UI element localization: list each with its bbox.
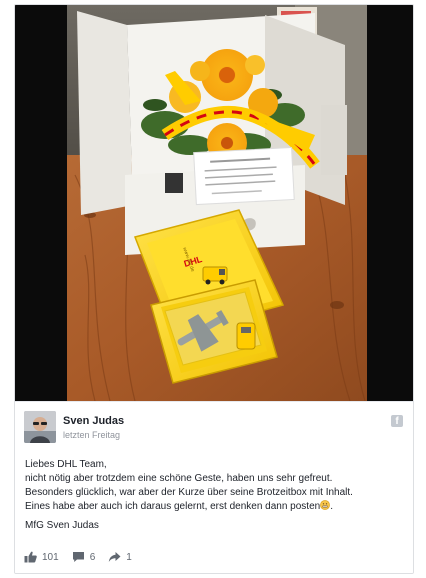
facebook-logo-icon[interactable]: f bbox=[391, 415, 403, 427]
comments-stat[interactable]: 6 bbox=[72, 551, 96, 563]
facebook-post-card: DHL www.dhl.de Sven Judas letzten Freita… bbox=[14, 4, 414, 574]
post-text: Liebes DHL Team, nicht nötig aber trotzd… bbox=[25, 458, 405, 533]
comments-count: 6 bbox=[89, 551, 96, 563]
shares-stat[interactable]: 1 bbox=[108, 551, 132, 563]
post-text-line-with-emoji: Eines habe aber auch ich daraus gelernt,… bbox=[25, 500, 405, 514]
speech-bubble-icon bbox=[72, 551, 85, 563]
likes-stat[interactable]: 101 bbox=[24, 551, 59, 563]
post-body: Sven Judas letzten Freitag f Liebes DHL … bbox=[15, 401, 413, 573]
post-photo[interactable]: DHL www.dhl.de bbox=[15, 5, 413, 401]
post-timestamp[interactable]: letzten Freitag bbox=[63, 430, 120, 441]
shares-count: 1 bbox=[126, 551, 132, 563]
photo-illustration: DHL www.dhl.de bbox=[15, 5, 413, 401]
grimacing-face-icon bbox=[320, 500, 331, 510]
post-text-line: nicht nötig aber trotzdem eine schöne Ge… bbox=[25, 473, 333, 484]
author-avatar[interactable] bbox=[24, 411, 56, 443]
post-text-line: Liebes DHL Team, bbox=[25, 459, 107, 470]
likes-count: 101 bbox=[42, 551, 59, 563]
post-text-line: Besonders glücklich, war aber der Kurze … bbox=[25, 487, 353, 498]
post-text-segment: Eines habe aber auch ich daraus gelernt,… bbox=[25, 501, 321, 512]
avatar-photo-icon bbox=[24, 411, 56, 443]
share-arrow-icon bbox=[108, 551, 121, 563]
author-name[interactable]: Sven Judas bbox=[63, 415, 124, 428]
post-signature: MfG Sven Judas bbox=[25, 520, 99, 531]
thumbs-up-icon bbox=[24, 551, 37, 563]
post-stats-bar: 101 6 1 bbox=[24, 549, 145, 565]
post-text-end-period: . bbox=[330, 501, 333, 512]
